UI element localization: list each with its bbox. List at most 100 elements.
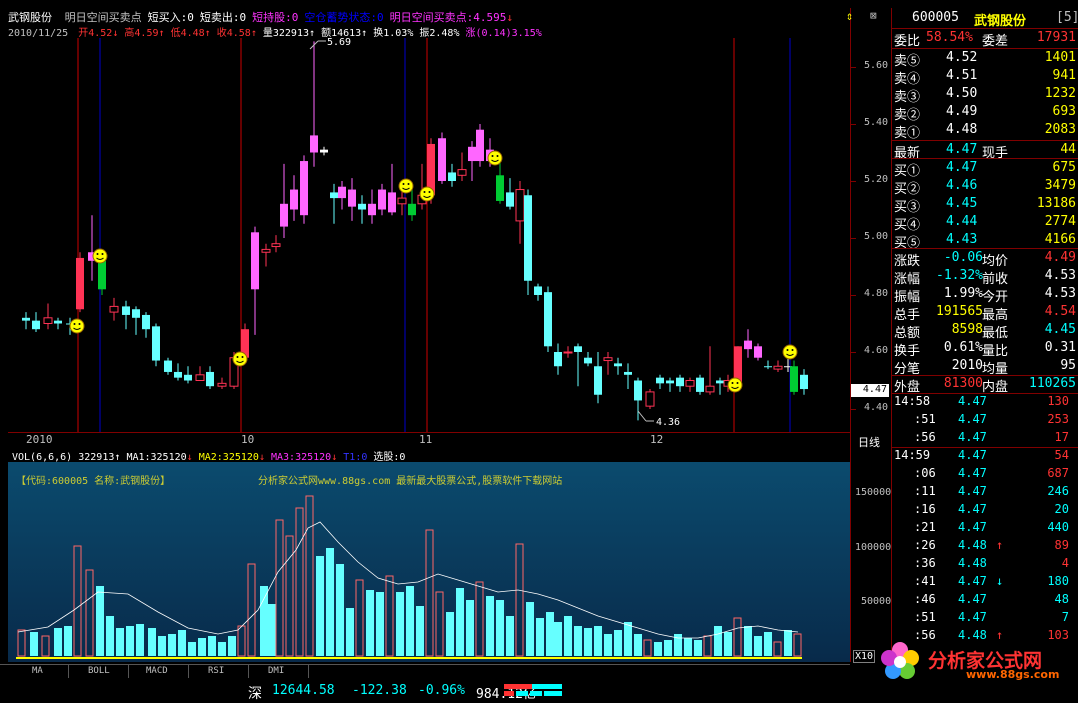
weicha-label: 委差 bbox=[982, 34, 1009, 49]
tick-row: :51 4.47 253 bbox=[892, 411, 1078, 429]
low-annotation: 4.36 bbox=[656, 417, 680, 428]
date-label: 12 bbox=[650, 433, 664, 446]
tick-time: :51 bbox=[914, 412, 936, 426]
date-label: 10 bbox=[241, 433, 255, 446]
tick-time: :26 bbox=[914, 538, 936, 552]
volume-bar bbox=[237, 625, 246, 657]
smiley-eye bbox=[78, 323, 81, 325]
stat-value: -0.06 bbox=[943, 250, 983, 265]
volume-bar bbox=[208, 636, 216, 656]
smiley-eye bbox=[241, 356, 244, 358]
candle-body bbox=[388, 192, 396, 213]
volume-bar bbox=[584, 628, 592, 656]
tick-row: :21 4.47 440 bbox=[892, 519, 1078, 537]
tab-ma[interactable]: MA bbox=[32, 666, 43, 676]
sell-price: 4.52 bbox=[946, 50, 978, 65]
index-value: 12644.58 bbox=[272, 683, 335, 698]
candle-body bbox=[603, 357, 613, 362]
candle-body bbox=[251, 232, 259, 290]
candle-body bbox=[368, 203, 376, 216]
candle-body bbox=[773, 365, 783, 370]
candle-body bbox=[109, 305, 119, 313]
candle-body bbox=[261, 248, 271, 253]
volume-bar bbox=[336, 564, 344, 656]
high-annotation: 5.69 bbox=[327, 37, 351, 48]
tick-time: :16 bbox=[914, 502, 936, 516]
tick-price: 4.47 bbox=[958, 412, 987, 426]
tick-price: 4.48 bbox=[958, 556, 987, 570]
volume-bar bbox=[416, 606, 424, 656]
tick-volume: 246 bbox=[1047, 484, 1069, 498]
waipan-value: 81300 bbox=[943, 376, 983, 391]
volume-bar bbox=[634, 634, 642, 656]
volume-bar bbox=[168, 634, 176, 656]
stat-value: 4.53 bbox=[1044, 286, 1076, 301]
tick-row: :56 4.47 17 bbox=[892, 429, 1078, 447]
volume-bar bbox=[64, 626, 72, 656]
volume-bar bbox=[285, 535, 294, 657]
candle-body bbox=[195, 374, 205, 381]
volume-bar bbox=[604, 634, 612, 656]
volume-bar bbox=[435, 591, 444, 657]
stat-value: -1.32% bbox=[936, 268, 983, 283]
period-label[interactable]: 日线 bbox=[858, 434, 880, 450]
stat-row: 涨跌 -0.06 均价 4.49 bbox=[892, 249, 1078, 269]
volume-bar bbox=[326, 548, 334, 656]
stat-value: 191565 bbox=[936, 304, 983, 319]
volume-bar bbox=[694, 640, 702, 656]
tick-time: :36 bbox=[914, 556, 936, 570]
stat-row: 换手 0.61% 量比 0.31 bbox=[892, 339, 1078, 359]
tick-time: 14:59 bbox=[894, 448, 931, 462]
buy-volume: 2774 bbox=[1044, 214, 1076, 229]
buy-level: 买④ 4.44 2774 bbox=[892, 213, 1078, 233]
smiley-eye bbox=[407, 183, 410, 185]
volume-axis: 150000 100000 50000 X10 bbox=[850, 462, 892, 663]
buy-volume: 3479 bbox=[1044, 178, 1076, 193]
candle-body bbox=[744, 340, 752, 350]
candle-body bbox=[320, 149, 328, 153]
candle-body bbox=[676, 377, 684, 387]
tick-volume: 17 bbox=[1054, 430, 1069, 444]
volume-bar bbox=[228, 636, 236, 656]
vol-axis-label: 50000 bbox=[861, 596, 892, 607]
candle-body bbox=[624, 371, 632, 375]
candle-body bbox=[174, 371, 182, 378]
price-axis-label: 5.20 bbox=[864, 174, 889, 185]
stat-value: 4.49 bbox=[1044, 250, 1076, 265]
settings-icon[interactable]: ⇕ bbox=[846, 9, 853, 23]
tab-boll[interactable]: BOLL bbox=[88, 666, 110, 676]
volume-bar bbox=[188, 642, 196, 656]
volume-bar bbox=[526, 602, 534, 656]
tab-macd[interactable]: MACD bbox=[146, 666, 168, 676]
smiley-icon bbox=[487, 150, 503, 166]
candle-body bbox=[22, 317, 30, 321]
candle-body bbox=[338, 186, 346, 199]
candlestick-chart[interactable]: 5.69 4.36 bbox=[8, 8, 850, 432]
flower-logo-icon bbox=[881, 642, 919, 679]
close-icon[interactable]: ⊠ bbox=[870, 9, 877, 22]
breadth-bar bbox=[504, 684, 562, 698]
stat-row: 涨幅 -1.32% 前收 4.53 bbox=[892, 267, 1078, 287]
tab-dmi[interactable]: DMI bbox=[268, 666, 284, 676]
sell-level: 卖④ 4.51 941 bbox=[892, 67, 1078, 87]
tick-row: :36 4.48 4 bbox=[892, 555, 1078, 573]
volume-bar bbox=[773, 641, 782, 657]
volume-bar bbox=[506, 616, 514, 656]
candle-body bbox=[790, 366, 798, 392]
candle-body bbox=[656, 377, 664, 384]
arrow-up-icon: ↑ bbox=[996, 538, 1004, 552]
buy-volume: 675 bbox=[1052, 160, 1076, 175]
candle-body bbox=[666, 380, 674, 384]
tab-rsi[interactable]: RSI bbox=[208, 666, 224, 676]
volume-panel[interactable]: 【代码:600005 名称:武钢股份】 分析家公式网www.88gs.com 最… bbox=[8, 462, 850, 662]
volume-bar bbox=[515, 543, 524, 657]
smiley-eye bbox=[402, 183, 405, 185]
candle-body bbox=[290, 189, 298, 210]
volume-bar bbox=[247, 563, 256, 657]
smiley-eye bbox=[236, 356, 239, 358]
candle-body bbox=[54, 320, 62, 324]
sell-level: 卖⑤ 4.52 1401 bbox=[892, 49, 1078, 69]
volume-bar bbox=[148, 628, 156, 656]
xianshou-value: 44 bbox=[1060, 142, 1076, 157]
buy-level: 买⑤ 4.43 4166 bbox=[892, 231, 1078, 251]
